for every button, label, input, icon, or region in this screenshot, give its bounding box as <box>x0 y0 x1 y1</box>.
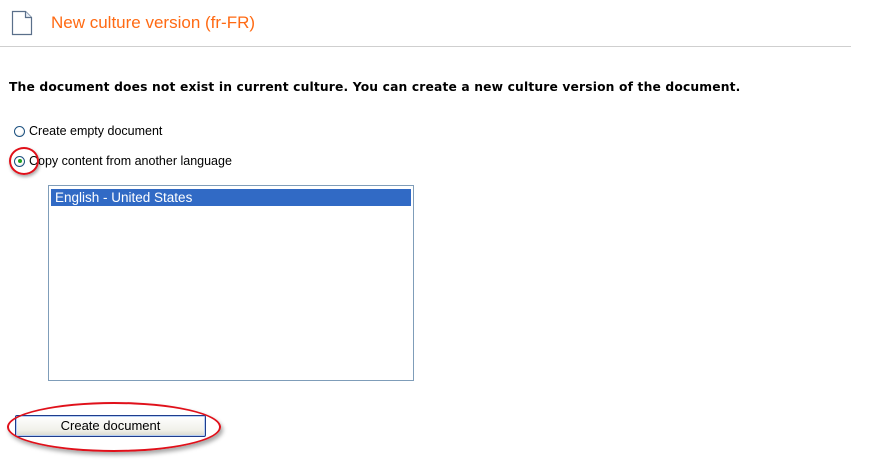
copy-content-option[interactable]: Copy content from another language <box>14 152 232 170</box>
copy-content-label: Copy content from another language <box>29 154 232 168</box>
language-option-english-us[interactable]: English - United States <box>51 189 411 206</box>
language-listbox[interactable]: English - United States <box>48 185 414 381</box>
page-title: New culture version (fr-FR) <box>51 13 256 32</box>
create-document-button[interactable]: Create document <box>15 415 206 437</box>
header-divider <box>0 46 851 47</box>
page-header: New culture version (fr-FR) <box>0 0 870 47</box>
create-empty-option[interactable]: Create empty document <box>14 122 162 140</box>
document-icon <box>11 10 33 36</box>
copy-content-radio[interactable] <box>14 155 25 167</box>
info-message: The document does not exist in current c… <box>9 80 741 94</box>
new-culture-version-page: New culture version (fr-FR) The document… <box>0 0 870 460</box>
create-empty-radio[interactable] <box>14 125 25 137</box>
create-empty-label: Create empty document <box>29 124 163 138</box>
